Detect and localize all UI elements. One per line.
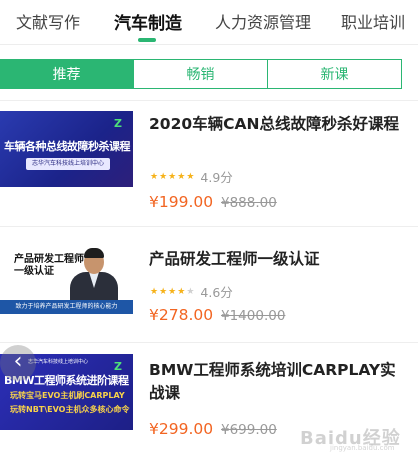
course-title[interactable]: 产品研发工程师一级认证 (149, 248, 407, 271)
category-tab-auto-manufacturing[interactable]: 汽车制造 (114, 9, 182, 34)
category-tab-vocational-training[interactable]: 职业培训 (341, 9, 405, 33)
course-card[interactable]: 产品研发工程师一级认证 致力于培养产品研发工程师的核心能力 产品研发工程师一级认… (0, 226, 418, 342)
course-rating: ★ ★ ★ ★ ★ 4.6分 (150, 282, 233, 301)
category-tab-literature[interactable]: 文献写作 (16, 9, 80, 33)
sub-tab-new-courses[interactable]: 新课 (267, 60, 401, 88)
course-original-price: ¥699.00 (221, 422, 277, 438)
course-rating: ★ ★ ★ ★ ★ 4.9分 (150, 167, 233, 186)
thumbnail-footer: 致力于培养产品研发工程师的核心能力 (0, 300, 133, 314)
sub-tab-recommended[interactable]: 推荐 (0, 60, 133, 88)
brand-logo-icon: Z (114, 117, 122, 130)
instructor-photo (70, 244, 118, 304)
rating-score: 4.9分 (200, 170, 233, 185)
thumbnail-line: 玩转NBT\EVO主机众多核心命令 (10, 405, 130, 414)
chevron-left-icon[interactable]: ‹ (0, 345, 36, 381)
star-rating-icon: ★ ★ ★ ★ ★ (150, 286, 195, 297)
course-price: ¥199.00 (149, 193, 214, 211)
thumbnail-subtitle: 志华汽车科技线上培训中心 (26, 158, 111, 170)
divider (0, 44, 418, 45)
thumbnail-org-name: 志华汽车科技线上培训中心 (28, 359, 89, 365)
category-tab-hr-management[interactable]: 人力资源管理 (215, 9, 311, 33)
course-title[interactable]: 2020车辆CAN总线故障秒杀好课程 (149, 113, 407, 136)
course-original-price: ¥1400.00 (221, 308, 286, 324)
sort-segmented-control: 推荐 畅销 新课 (0, 59, 402, 89)
active-tab-indicator (138, 38, 156, 42)
course-price: ¥299.00 (149, 420, 214, 438)
star-rating-icon: ★ ★ ★ ★ ★ (150, 171, 195, 182)
sub-tab-best-selling[interactable]: 畅销 (133, 60, 267, 88)
category-tab-bar: 文献写作 汽车制造 人力资源管理 职业培训 (0, 0, 418, 44)
course-thumbnail[interactable]: Z 车辆各种总线故障秒杀课程 志华汽车科技线上培训中心 (0, 111, 133, 187)
rating-score: 4.6分 (200, 285, 233, 300)
thumbnail-line: 玩转宝马EVO主机刷CARPLAY (10, 391, 125, 400)
course-card[interactable]: Z 车辆各种总线故障秒杀课程 志华汽车科技线上培训中心 2020车辆CAN总线故… (0, 100, 418, 226)
course-thumbnail[interactable]: 产品研发工程师一级认证 致力于培养产品研发工程师的核心能力 (0, 238, 133, 314)
course-price: ¥278.00 (149, 306, 214, 324)
course-title[interactable]: BMW工程师系统培训CARPLAY实战课 (149, 359, 407, 405)
thumbnail-headline: 车辆各种总线故障秒杀课程 (4, 140, 131, 153)
watermark: Baidu经验 jingyan.baidu.com (300, 418, 412, 454)
watermark-url: jingyan.baidu.com (330, 444, 395, 452)
course-original-price: ¥888.00 (221, 195, 277, 211)
